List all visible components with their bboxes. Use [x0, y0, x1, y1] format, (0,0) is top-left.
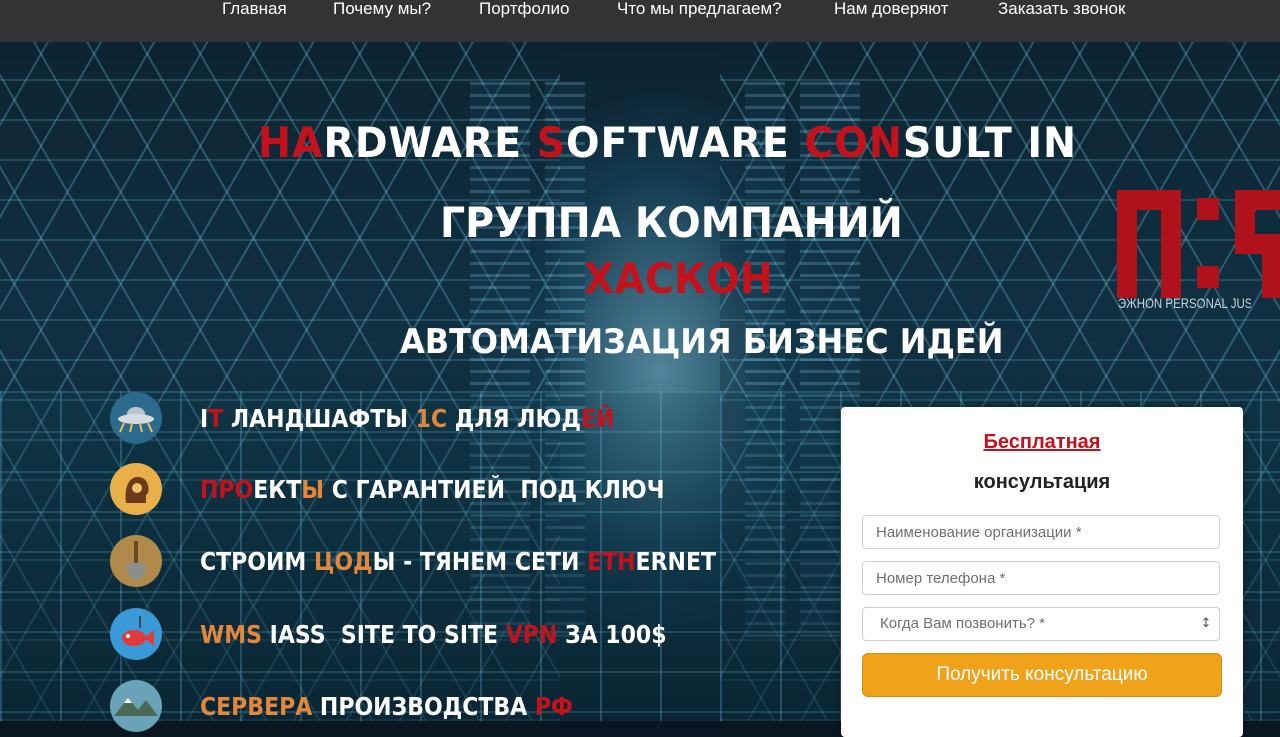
feature-item: СЕРВЕРА ПРОИЗВОДСТВА РФ [110, 680, 750, 734]
top-navigation: Главная Почему мы? Портфолио Что мы пред… [0, 0, 1280, 42]
feature-item: ПРОЕКТЫ С ГАРАНТИЕЙ ПОД КЛЮЧ [110, 463, 750, 517]
feature-text: СЕРВЕРА ПРОИЗВОДСТВА РФ [200, 692, 573, 722]
feature-text-segment: ERNET [635, 547, 716, 576]
feature-text-segment: ЛАНДШАФТЫ [223, 404, 416, 433]
fish-icon [110, 608, 162, 660]
logo-caption: ЭЖНОN PERSONAL JUST [1118, 295, 1251, 311]
brand-heading-segment: CON [804, 118, 903, 167]
brand-heading: HARDWARE SOFTWARE CONSULT IN [258, 116, 1077, 170]
feature-text: WMS IASS SITE TO SITE VPN ЗА 100$ [200, 620, 667, 650]
call-time-select[interactable]: Когда Вам позвонить? * ↕ [862, 607, 1220, 641]
brand-heading-segment: S [536, 118, 567, 167]
feature-text-segment: ЕЙ [580, 404, 615, 433]
brand-heading-segment: HA [258, 118, 324, 167]
consultation-form: Бесплатная консультация Когда Вам позвон… [841, 407, 1243, 737]
form-title: Бесплатная [983, 431, 1101, 453]
feature-text-segment: СЕРВЕРА [200, 692, 313, 721]
feature-text-segment: С ГАРАНТИЕЙ ПОД КЛЮЧ [324, 475, 665, 504]
nav-link-why-us[interactable]: Почему мы? [333, 0, 431, 20]
brand-heading-segment: RDWARE [323, 118, 537, 167]
brand-heading-segment: SULT IN [902, 118, 1078, 167]
head-gear-icon [110, 463, 162, 515]
feature-item: IT ЛАНДШАФТЫ 1С ДЛЯ ЛЮДЕЙ [110, 392, 750, 446]
feature-text-segment: ДЛЯ ЛЮД [447, 404, 581, 433]
feature-text-segment: Ы [301, 475, 325, 504]
nav-link-portfolio[interactable]: Портфолио [479, 0, 569, 20]
nav-link-home[interactable]: Главная [222, 0, 287, 20]
feature-text-segment: ЕКТ [253, 475, 302, 504]
tagline-heading: АВТОМАТИЗАЦИЯ БИЗНЕС ИДЕЙ [400, 322, 1004, 362]
ufo-icon [110, 392, 162, 444]
feature-text-segment: WMS [200, 620, 263, 649]
feature-text-segment: ПРОИЗВОДСТВА [312, 692, 535, 721]
feature-text-segment: VPN [505, 620, 558, 649]
feature-text-segment: T [208, 404, 224, 433]
chevron-updown-icon: ↕ [1200, 616, 1212, 631]
call-time-value: Когда Вам позвонить? * [880, 615, 1045, 632]
feature-text-segment: 1С [415, 404, 448, 433]
feature-text-segment: ETH [587, 547, 636, 576]
feature-text: СТРОИМ ЦОДЫ - ТЯНЕМ СЕТИ ETHERNET [200, 547, 716, 577]
feature-text: IT ЛАНДШАФТЫ 1С ДЛЯ ЛЮДЕЙ [200, 404, 614, 434]
feature-text-segment: ЦОД [313, 547, 373, 576]
feature-text-segment: СТРОИМ [200, 547, 314, 576]
feature-text-segment: ЗА 100$ [557, 620, 667, 649]
organization-input[interactable] [862, 515, 1220, 549]
nav-link-order-call[interactable]: Заказать звонок [998, 0, 1125, 20]
nav-link-offers[interactable]: Что мы предлагаем? [617, 0, 782, 20]
shovel-icon [110, 535, 162, 587]
get-consultation-button[interactable]: Получить консультацию [862, 653, 1222, 697]
mountains-icon [110, 680, 162, 732]
feature-text-segment: ПРО [200, 475, 254, 504]
feature-text-segment: Ы - ТЯНЕМ СЕТИ [372, 547, 588, 576]
feature-item: WMS IASS SITE TO SITE VPN ЗА 100$ [110, 608, 750, 662]
feature-text-segment: РФ [534, 692, 573, 721]
form-subtitle: консультация [973, 471, 1111, 493]
group-heading: ГРУППА КОМПАНИЙ [440, 198, 903, 247]
feature-item: СТРОИМ ЦОДЫ - ТЯНЕМ СЕТИ ETHERNET [110, 535, 750, 589]
company-name-heading: ХАСКОН [584, 254, 773, 303]
phone-input[interactable] [862, 561, 1220, 595]
feature-text: ПРОЕКТЫ С ГАРАНТИЕЙ ПОД КЛЮЧ [200, 475, 665, 505]
feature-text-segment: IASS SITE TO SITE [262, 620, 506, 649]
nav-link-clients[interactable]: Нам доверяют [834, 0, 948, 20]
brand-heading-segment: OFTWARE [566, 118, 805, 167]
company-logo-mark [1117, 138, 1280, 298]
